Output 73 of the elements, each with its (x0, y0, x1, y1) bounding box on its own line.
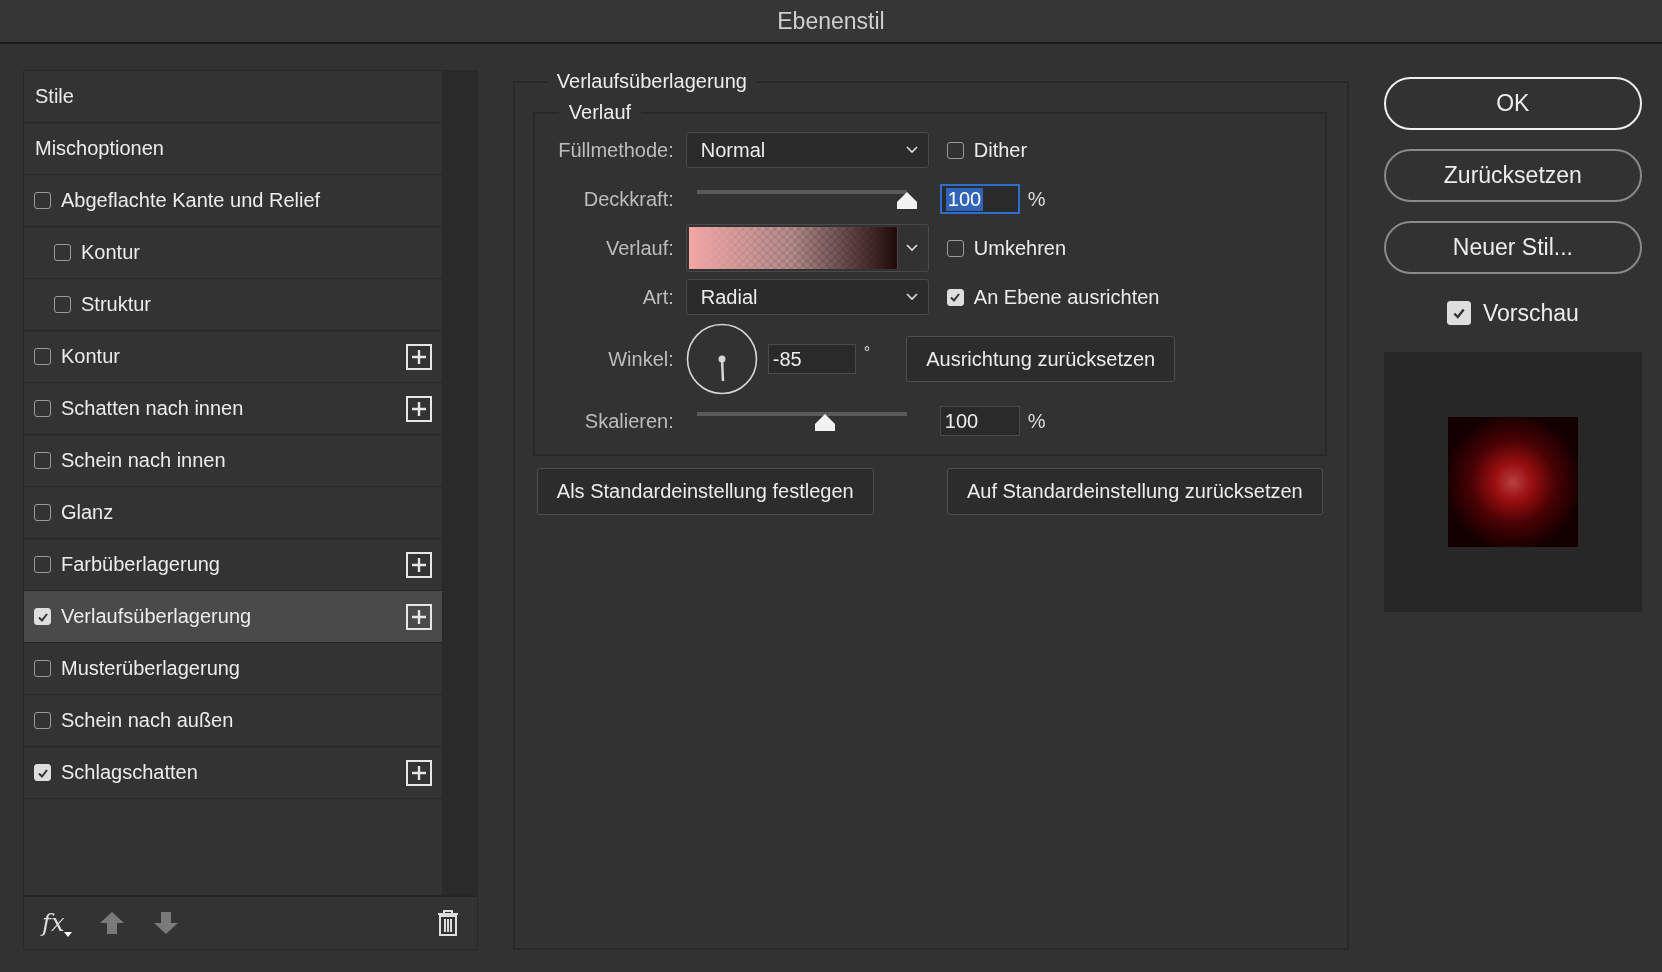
angle-input[interactable]: -85 (767, 344, 856, 374)
style-label: Verlaufsüberlagerung (61, 605, 252, 628)
add-icon[interactable] (406, 759, 432, 786)
style-label: Stile (34, 85, 74, 108)
caret-icon (64, 932, 73, 937)
checkbox-label: Dither (973, 138, 1028, 162)
checkbox[interactable] (34, 452, 51, 469)
style-label: Kontur (61, 345, 120, 368)
unit-label: ° (863, 344, 871, 362)
style-label: Mischoptionen (34, 137, 164, 160)
add-icon[interactable] (406, 343, 432, 370)
unit-label: % (1027, 409, 1046, 433)
checkbox[interactable] (34, 660, 51, 677)
checkmark-icon (1451, 306, 1466, 320)
slider-thumb[interactable] (813, 414, 836, 432)
checkbox[interactable] (34, 556, 51, 573)
chevron-icon (905, 293, 918, 301)
default-settings-button[interactable]: Als Standardeinstellung festlegen (536, 468, 874, 515)
gradient-picker[interactable] (685, 224, 929, 272)
checkmark-icon (949, 291, 962, 303)
style-label: Schein nach innen (61, 449, 226, 472)
dialog-button[interactable]: OK (1383, 77, 1642, 130)
group-title: Verlauf (567, 101, 633, 124)
arrow-up-icon[interactable] (100, 912, 125, 934)
dialog-button[interactable]: Neuer Stil... (1383, 221, 1642, 274)
checkbox[interactable] (54, 244, 71, 261)
add-icon[interactable] (406, 603, 432, 630)
style-label: Schein nach außen (61, 709, 234, 732)
checkbox[interactable] (34, 504, 51, 521)
style-dropdown[interactable]: Radial (685, 279, 929, 315)
style-list-item[interactable]: Verlaufsüberlagerung (24, 591, 442, 643)
arrow-down-icon[interactable] (154, 912, 179, 934)
field-label: Deckkraft: (582, 187, 674, 211)
style-label: Farbüberlagerung (61, 553, 220, 576)
slider-thumb[interactable] (895, 192, 918, 210)
scale-input[interactable]: 100 (939, 406, 1020, 436)
section-title: Verlaufsüberlagerung (555, 70, 748, 93)
opacity-input[interactable]: 100 (939, 184, 1020, 214)
dialog-button[interactable]: Zurücksetzen (1383, 149, 1642, 202)
window-title: Ebenenstil (777, 7, 885, 35)
fx-menu[interactable]: fx (42, 909, 71, 937)
angle-dial[interactable] (685, 323, 758, 395)
chevron-icon (905, 244, 918, 252)
style-label: Kontur (81, 241, 140, 264)
checkbox[interactable] (34, 348, 51, 365)
checkbox[interactable] (34, 192, 51, 209)
checkbox[interactable] (34, 400, 51, 417)
checkbox-label: An Ebene ausrichten (973, 285, 1160, 309)
style-label: Abgeflachte Kante und Relief (61, 189, 321, 212)
checkbox[interactable] (946, 239, 964, 257)
chevron-icon (905, 146, 918, 154)
field-label: Füllmethode: (557, 138, 674, 162)
add-icon[interactable] (406, 395, 432, 422)
checkbox[interactable] (946, 141, 964, 159)
field-label: Skalieren: (583, 409, 674, 433)
style-label: Schatten nach innen (61, 397, 244, 420)
add-icon[interactable] (406, 551, 432, 578)
trash-icon[interactable] (436, 910, 459, 936)
reset-alignment-button[interactable]: Ausrichtung zurücksetzen (906, 336, 1176, 382)
unit-label: % (1027, 187, 1046, 211)
default-settings-button[interactable]: Auf Standardeinstellung zurücksetzen (946, 468, 1323, 515)
checkbox-label: Vorschau (1482, 299, 1579, 327)
style-label: Schlagschatten (61, 761, 198, 784)
field-label: Winkel: (607, 347, 674, 371)
checkbox-label: Umkehren (973, 236, 1067, 260)
checkbox[interactable] (34, 712, 51, 729)
checkbox[interactable] (54, 296, 71, 313)
field-label: Art: (641, 285, 674, 309)
blend-mode-dropdown[interactable]: Normal (685, 132, 929, 168)
field-label: Verlauf: (604, 236, 674, 260)
style-label: Struktur (81, 293, 152, 316)
style-label: Glanz (61, 501, 114, 524)
style-label: Musterüberlagerung (61, 657, 240, 680)
